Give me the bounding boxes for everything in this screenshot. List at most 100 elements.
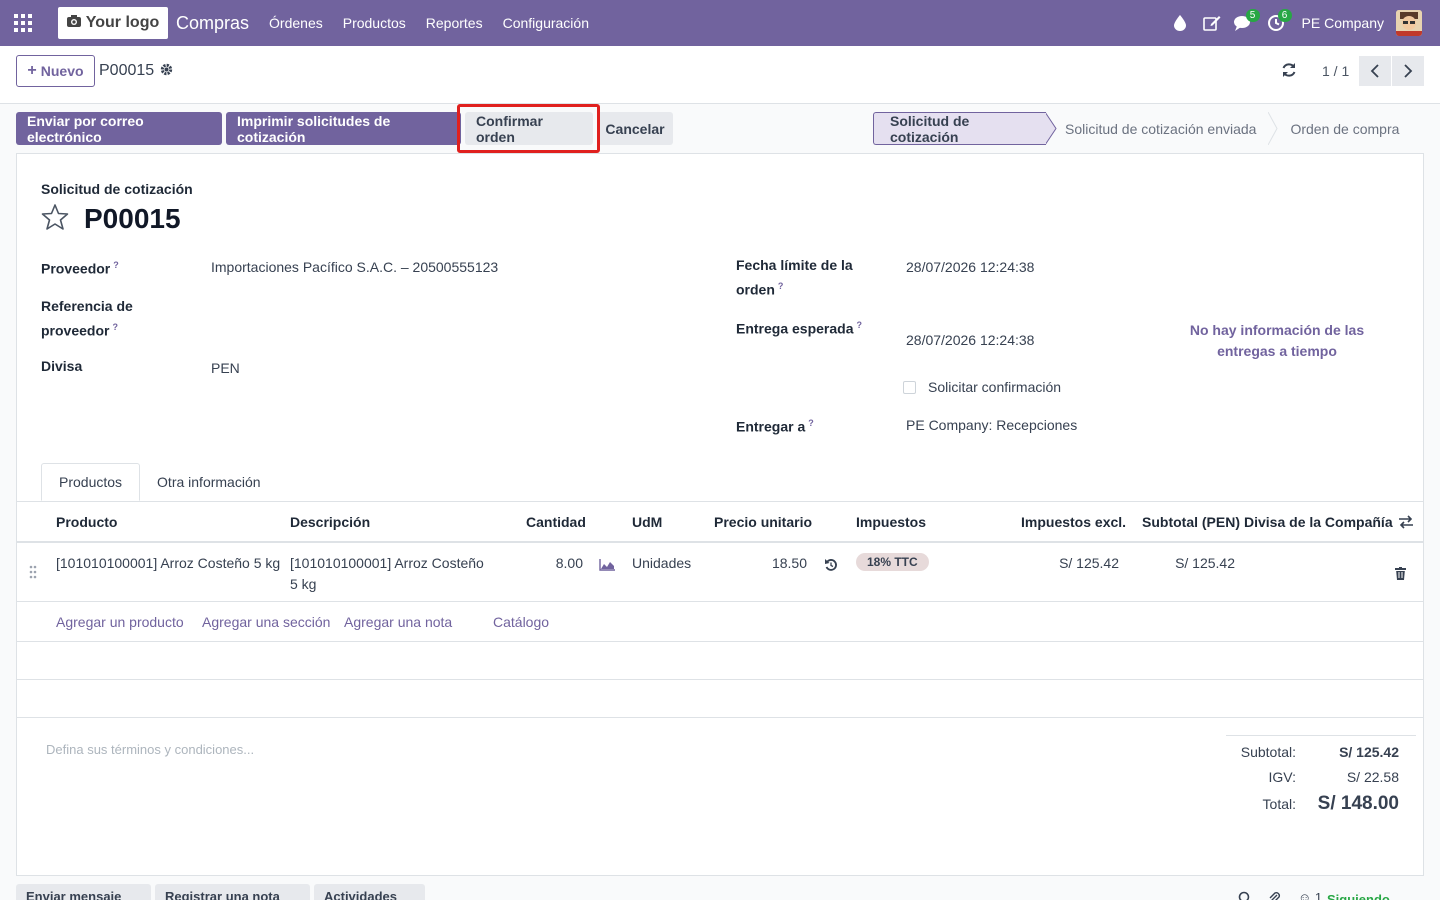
currency-label: Divisa [41, 358, 83, 374]
expected-delivery-field[interactable]: 28/07/2026 12:24:38 [906, 330, 1034, 351]
breadcrumb-record-name: P00015 [99, 62, 155, 79]
stage-rfq-sent[interactable]: Solicitud de cotización enviada [1057, 112, 1268, 145]
logo-text: Your logo [85, 14, 160, 31]
ask-confirmation-label: Solicitar confirmación [928, 379, 1062, 395]
line-uom[interactable]: Unidades [632, 553, 691, 574]
messages-icon[interactable]: 5 [1228, 0, 1260, 46]
igv-label: IGV: [1268, 769, 1297, 785]
highlight-annotation [457, 104, 600, 153]
main-menu: Órdenes Productos Reportes Configuración [259, 15, 599, 31]
deliver-to-label: Entregar a? [736, 418, 814, 435]
currency-field[interactable]: PEN [211, 358, 240, 379]
following-button[interactable]: Siguiendo [1327, 892, 1390, 900]
line-description[interactable]: [101010100001] Arroz Costeño 5 kg [290, 553, 484, 595]
order-lines-header: Producto Descripción Cantidad UdM Precio… [17, 501, 1423, 543]
chevron-right-icon [1404, 64, 1413, 78]
table-row[interactable]: [101010100001] Arroz Costeño 5 kg [10101… [17, 543, 1423, 602]
order-deadline-field[interactable]: 28/07/2026 12:24:38 [906, 257, 1034, 278]
stage-purchase-order[interactable]: Orden de compra [1278, 112, 1411, 145]
reset-price-icon[interactable] [824, 558, 838, 575]
menu-productos[interactable]: Productos [333, 15, 416, 31]
app-name[interactable]: Compras [176, 13, 249, 34]
vendor-label: Proveedor? [41, 260, 119, 277]
vendor-ref-field[interactable] [211, 304, 671, 326]
line-product[interactable]: [101010100001] Arroz Costeño 5 kg [56, 553, 280, 574]
menu-ordenes[interactable]: Órdenes [259, 15, 333, 31]
menu-reportes[interactable]: Reportes [416, 15, 493, 31]
activities-icon[interactable]: 6 [1260, 0, 1292, 46]
add-product-link[interactable]: Agregar un producto [56, 614, 184, 630]
company-logo[interactable]: Your logo [58, 7, 168, 39]
send-message-button[interactable]: Enviar mensaje [16, 884, 151, 900]
add-note-link[interactable]: Agregar una nota [344, 614, 452, 630]
form-sheet: Solicitud de cotización P00015 Proveedor… [16, 153, 1424, 876]
col-taxes[interactable]: Impuestos [856, 514, 926, 530]
forecast-chart-icon[interactable] [599, 558, 615, 574]
expected-delivery-label: Entrega esperada? [736, 320, 862, 337]
refresh-icon[interactable] [1281, 62, 1297, 81]
stage-arrow-2 [1268, 112, 1279, 145]
catalog-link[interactable]: Catálogo [493, 614, 549, 630]
col-tax-excl[interactable]: Impuestos excl. [1021, 514, 1126, 530]
on-time-info: No hay información de las entregas a tiem… [1189, 322, 1365, 359]
col-subtotal[interactable]: Subtotal (PEN) [1142, 514, 1240, 530]
col-unit-price[interactable]: Precio unitario [714, 514, 812, 530]
pager-value[interactable]: 1 / 1 [1322, 63, 1349, 79]
activities-button[interactable]: Actividades [314, 884, 425, 900]
col-quantity[interactable]: Cantidad [526, 514, 586, 530]
activities-badge: 6 [1277, 9, 1292, 22]
drop-icon[interactable] [1164, 0, 1196, 46]
plus-icon: + [27, 62, 37, 79]
tab-other-info[interactable]: Otra información [140, 463, 277, 501]
chevron-left-icon [1370, 64, 1379, 78]
line-subtotal: S/ 125.42 [1175, 555, 1235, 571]
line-tax-excl: S/ 125.42 [1059, 555, 1119, 571]
vendor-ref-label: Referencia de proveedor? [41, 298, 133, 339]
print-rfq-button[interactable]: Imprimir solicitudes de cotización [226, 112, 461, 145]
pager-next-button[interactable] [1392, 56, 1424, 86]
stage-purchase-order-label: Orden de compra [1290, 120, 1400, 137]
add-section-link[interactable]: Agregar una sección [202, 614, 330, 630]
status-bar: Solicitud de cotización Solicitud de cot… [873, 112, 1411, 145]
paperclip-icon[interactable] [1267, 891, 1281, 900]
col-company-currency[interactable]: Divisa de la Compañía [1244, 514, 1393, 530]
terms-conditions-input[interactable]: Defina sus términos y condiciones... [46, 742, 254, 757]
igv-value: S/ 22.58 [1346, 769, 1399, 785]
cancel-button[interactable]: Cancelar [597, 112, 673, 145]
menu-configuracion[interactable]: Configuración [493, 15, 599, 31]
edit-icon[interactable] [1196, 0, 1228, 46]
col-uom[interactable]: UdM [632, 514, 662, 530]
totals-summary: Subtotal: S/ 125.42 IGV: S/ 22.58 Total:… [1226, 735, 1416, 814]
optional-columns-icon[interactable] [1398, 515, 1414, 532]
control-panel: + Nuevo P00015 1 / 1 [0, 46, 1440, 104]
stage-rfq-label: Solicitud de cotización [890, 112, 970, 145]
line-unit-price[interactable]: 18.50 [747, 553, 807, 574]
new-button[interactable]: + Nuevo [16, 55, 95, 87]
trash-icon[interactable] [1395, 567, 1406, 583]
col-product[interactable]: Producto [56, 514, 117, 530]
apps-menu-icon[interactable] [0, 0, 46, 46]
line-quantity[interactable]: 8.00 [523, 553, 583, 574]
send-email-button[interactable]: Enviar por correo electrónico [16, 112, 222, 145]
gear-icon[interactable] [160, 63, 173, 79]
subtotal-label: Subtotal: [1240, 744, 1296, 760]
col-description[interactable]: Descripción [290, 514, 370, 530]
stage-rfq-sent-label: Solicitud de cotización enviada [1065, 120, 1257, 137]
log-note-button[interactable]: Registrar una nota [155, 884, 310, 900]
ask-confirmation-checkbox[interactable] [903, 381, 916, 394]
drag-handle-icon[interactable] [29, 565, 37, 582]
user-avatar[interactable] [1396, 10, 1422, 36]
star-icon[interactable] [41, 204, 69, 233]
tab-products[interactable]: Productos [41, 463, 141, 501]
deliver-to-field[interactable]: PE Company: Recepciones [906, 415, 1077, 436]
tax-tag[interactable]: 18% TTC [856, 553, 929, 571]
add-line-row: Agregar un producto Agregar una sección … [17, 602, 1423, 642]
vendor-field[interactable]: Importaciones Pacífico S.A.C. – 20500555… [211, 257, 498, 278]
new-button-label: Nuevo [40, 63, 84, 79]
followers-count[interactable]: ☺ 1 [1298, 890, 1322, 900]
pager-previous-button[interactable] [1359, 56, 1391, 86]
stage-rfq[interactable]: Solicitud de cotización [873, 112, 1046, 145]
search-icon[interactable] [1238, 891, 1252, 900]
camera-icon [66, 14, 81, 32]
company-switcher[interactable]: PE Company [1302, 15, 1384, 31]
